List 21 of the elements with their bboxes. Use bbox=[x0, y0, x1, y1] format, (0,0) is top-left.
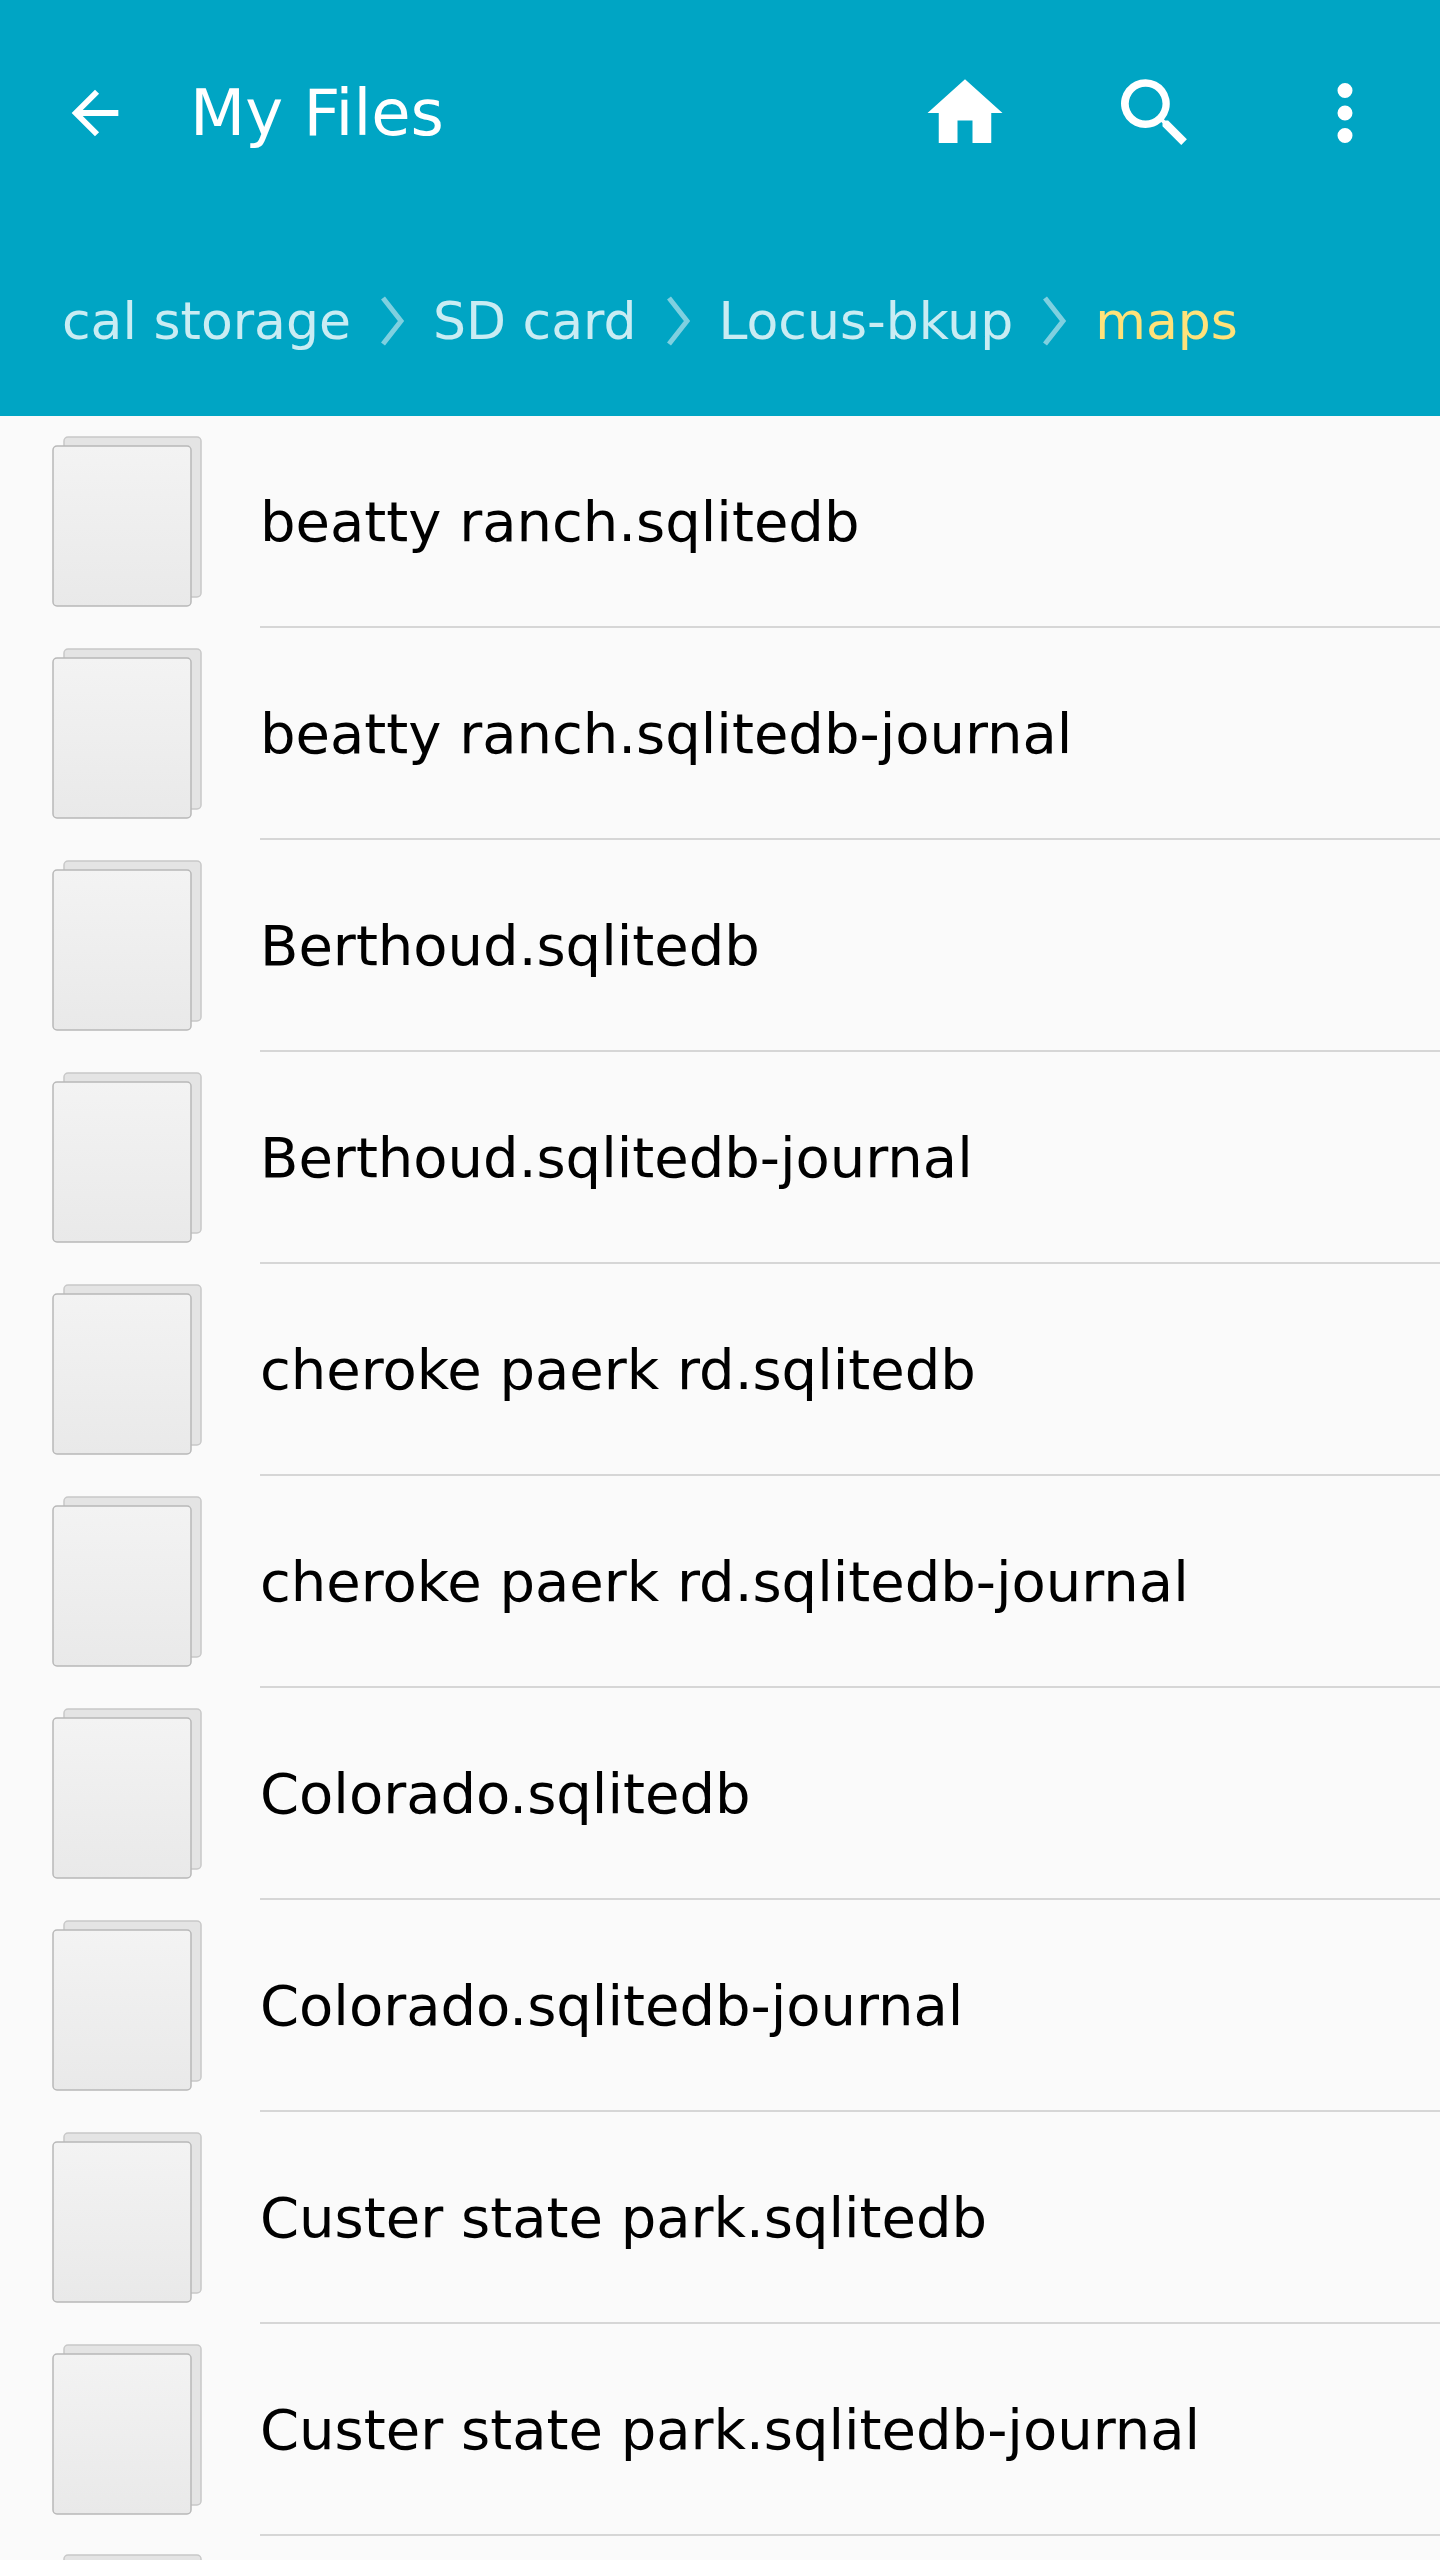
file-icon bbox=[52, 1284, 202, 1456]
file-icon bbox=[52, 2344, 202, 2516]
file-name[interactable]: Berthoud.sqlitedb-journal bbox=[260, 1124, 973, 1190]
file-icon bbox=[52, 1496, 202, 1668]
file-icon bbox=[52, 436, 202, 608]
file-icon bbox=[52, 648, 202, 820]
file-name[interactable]: cheroke paerk rd.sqlitedb bbox=[260, 1336, 976, 1402]
file-icon bbox=[52, 2132, 202, 2304]
file-icon bbox=[52, 860, 202, 1032]
file-name[interactable]: Custer state park.sqlitedb-journal bbox=[260, 2396, 1201, 2462]
app-title: My Files bbox=[190, 75, 445, 150]
file-name[interactable]: cheroke paerk rd.sqlitedb-journal bbox=[260, 1548, 1189, 1614]
file-icon bbox=[52, 1072, 202, 1244]
file-name[interactable]: beatty ranch.sqlitedb-journal bbox=[260, 700, 1073, 766]
file-name[interactable]: beatty ranch.sqlitedb bbox=[260, 488, 860, 554]
file-name[interactable]: Colorado.sqlitedb bbox=[260, 1760, 751, 1826]
file-icon bbox=[52, 1920, 202, 2092]
file-icon bbox=[52, 1708, 202, 1880]
file-name[interactable]: Colorado.sqlitedb-journal bbox=[260, 1972, 964, 2038]
file-name[interactable]: Berthoud.sqlitedb bbox=[260, 912, 760, 978]
file-name[interactable]: Custer state park.sqlitedb bbox=[260, 2184, 988, 2250]
